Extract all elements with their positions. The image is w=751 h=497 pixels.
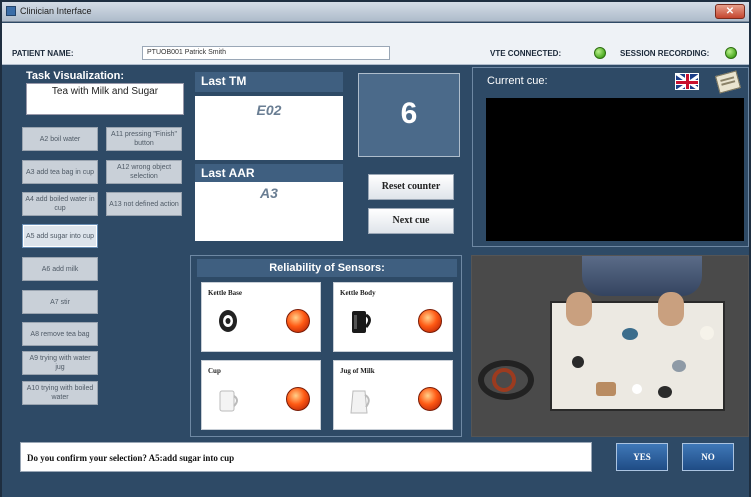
patient-bar: PATIENT NAME: PTUOB001 Patrick Smith VTE… — [2, 23, 749, 65]
action-button-a9[interactable]: A9 trying with water jug — [22, 351, 98, 375]
sensor-status-led — [418, 309, 442, 333]
sensor-reliability-heading: Reliability of Sensors: — [197, 259, 457, 277]
action-button-a13[interactable]: A13 not defined action — [106, 192, 182, 216]
manual-book-icon[interactable] — [715, 70, 741, 94]
camera-hand-right — [658, 292, 684, 326]
action-button-a11[interactable]: A11 pressing "Finish" button — [106, 127, 182, 151]
camera-cable — [492, 368, 516, 392]
next-cue-button[interactable]: Next cue — [368, 208, 454, 234]
sensor-card-kettle-body: Kettle Body — [333, 282, 453, 352]
action-button-a4[interactable]: A4 add boiled water in cup — [22, 192, 98, 216]
action-button-a7[interactable]: A7 stir — [22, 290, 98, 314]
confirm-bar: Do you confirm your selection? A5:add su… — [2, 442, 749, 497]
vte-connected-label: VTE CONNECTED: — [490, 49, 562, 58]
sensor-card-kettle-base: Kettle Base — [201, 282, 321, 352]
camera-hand-left — [566, 292, 592, 326]
milk-jug-icon — [350, 390, 370, 414]
sensor-status-led — [418, 387, 442, 411]
sensor-status-led — [286, 309, 310, 333]
action-button-a3[interactable]: A3 add tea bag in cup — [22, 160, 98, 184]
patient-name-field[interactable]: PTUOB001 Patrick Smith — [142, 46, 390, 60]
cue-counter: 6 — [358, 73, 460, 157]
camera-person — [582, 256, 702, 296]
uk-flag-icon[interactable] — [675, 73, 699, 90]
sensor-reliability-panel: Reliability of Sensors: Kettle Base Kett… — [190, 255, 462, 437]
task-name-box: Tea with Milk and Sugar — [26, 83, 184, 115]
yes-button[interactable]: YES — [616, 443, 668, 471]
cup-icon — [219, 390, 238, 412]
last-aar-header: Last AAR — [195, 164, 343, 182]
kettle-base-icon — [219, 310, 237, 332]
sensor-card-cup: Cup — [201, 360, 321, 430]
camera-object — [658, 386, 672, 398]
task-panel: Task Visualization: Tea with Milk and Su… — [18, 67, 187, 437]
camera-feed — [471, 255, 749, 437]
confirm-question: Do you confirm your selection? A5:add su… — [20, 442, 592, 472]
camera-object — [622, 328, 638, 340]
session-recording-label: SESSION RECORDING: — [620, 49, 710, 58]
sensor-name: Kettle Body — [340, 289, 376, 297]
camera-object — [700, 326, 714, 340]
current-cue-label: Current cue: — [487, 75, 548, 87]
patient-name-label: PATIENT NAME: — [12, 49, 74, 58]
vte-status-indicator — [594, 47, 606, 59]
close-button[interactable]: ✕ — [715, 4, 745, 19]
sensor-name: Kettle Base — [208, 289, 243, 297]
action-button-a10[interactable]: A10 trying with boiled water — [22, 381, 98, 405]
task-visualization-heading: Task Visualization: — [26, 70, 125, 82]
camera-object — [672, 360, 686, 372]
action-button-a12[interactable]: A12 wrong object selection — [106, 160, 182, 184]
reset-counter-button[interactable]: Reset counter — [368, 174, 454, 200]
sensor-name: Jug of Milk — [340, 367, 375, 375]
app-icon — [6, 6, 16, 16]
last-tm-value: E02 — [195, 96, 343, 160]
action-button-a8[interactable]: A8 remove tea bag — [22, 322, 98, 346]
last-tm-header: Last TM — [195, 72, 343, 92]
cue-display-screen — [486, 98, 744, 241]
last-aar-value: A3 — [195, 182, 343, 241]
action-button-a5[interactable]: A5 add sugar into cup — [22, 224, 98, 248]
no-button[interactable]: NO — [682, 443, 734, 471]
current-cue-panel: Current cue: — [472, 67, 749, 247]
camera-object — [596, 382, 616, 396]
clinician-window: Clinician Interface ✕ PATIENT NAME: PTUO… — [0, 0, 751, 497]
kettle-body-icon — [352, 311, 371, 333]
sensor-name: Cup — [208, 367, 221, 375]
action-button-a2[interactable]: A2 boil water — [22, 127, 98, 151]
camera-object — [632, 384, 642, 394]
title-bar: Clinician Interface ✕ — [2, 2, 749, 22]
sensor-card-jug-of-milk: Jug of Milk — [333, 360, 453, 430]
session-status-indicator — [725, 47, 737, 59]
window-title: Clinician Interface — [20, 6, 92, 16]
camera-object — [572, 356, 584, 368]
action-button-a6[interactable]: A6 add milk — [22, 257, 98, 281]
sensor-status-led — [286, 387, 310, 411]
